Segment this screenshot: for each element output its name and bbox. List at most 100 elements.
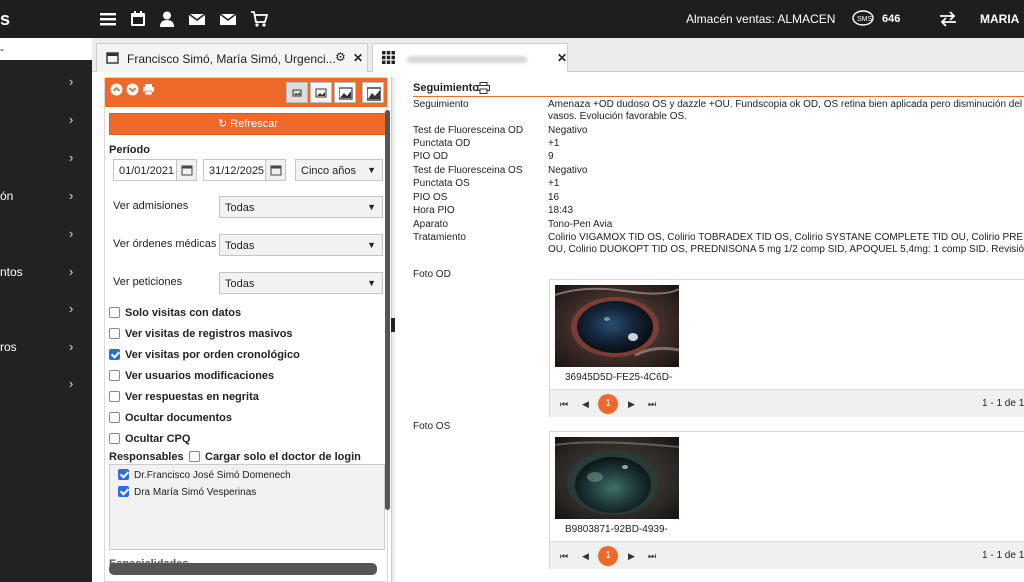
- checkbox-login-doctor[interactable]: Cargar solo el doctor de login: [189, 451, 361, 463]
- app-logo: s: [0, 9, 11, 29]
- splitter-handle[interactable]: [391, 318, 395, 332]
- checkbox-bold-answers[interactable]: Ver respuestas en negrita: [109, 391, 259, 403]
- chevron-right-icon: ›: [69, 376, 74, 391]
- user-name[interactable]: MARIA: [980, 12, 1019, 26]
- checkbox-only-visits-with-data[interactable]: Solo visitas con datos: [109, 307, 241, 319]
- chevron-right-icon: ›: [69, 339, 74, 354]
- refresh-icon: ↻: [218, 118, 228, 130]
- sidebar-item[interactable]: ›: [0, 143, 92, 173]
- prev-page-icon[interactable]: ◀: [582, 399, 589, 410]
- prev-page-icon[interactable]: ◀: [582, 551, 589, 562]
- sidebar-item[interactable]: ›: [0, 369, 92, 399]
- last-page-icon[interactable]: ⏭: [648, 399, 656, 410]
- gear-icon[interactable]: ⚙: [335, 50, 346, 64]
- calendar-icon[interactable]: [265, 160, 285, 180]
- print-icon[interactable]: [142, 83, 156, 97]
- photo-od-label: Foto OD: [413, 269, 451, 280]
- list-item[interactable]: Dra María Simó Vesperinas: [118, 486, 256, 498]
- refresh-button[interactable]: ↻ Refrescar: [109, 113, 387, 135]
- requests-select[interactable]: Todas ▼: [219, 272, 383, 294]
- first-page-icon[interactable]: ⏮: [560, 399, 568, 410]
- tab-grid[interactable]: ✕: [372, 43, 568, 72]
- view-large-image-button[interactable]: [362, 82, 384, 103]
- calendar-icon: [106, 51, 119, 67]
- pager: ⏮ ◀ 1 ▶ ⏭ 1 - 1 de 1: [550, 389, 1024, 417]
- sidebar-item[interactable]: ›: [0, 219, 92, 249]
- checkbox-mass-records[interactable]: Ver visitas de registros masivos: [109, 328, 293, 340]
- store-label: Almacén ventas: ALMACEN: [686, 12, 836, 26]
- sidebar: - › › › ón › › ntos › › ros › ›: [0, 38, 92, 582]
- admissions-select[interactable]: Todas ▼: [219, 196, 383, 218]
- chevron-right-icon: ›: [69, 112, 74, 127]
- tab-label: Francisco Simó, María Simó, Urgenci...: [127, 52, 336, 66]
- chevron-down-icon: ▼: [367, 165, 376, 175]
- sidebar-item[interactable]: ›: [0, 105, 92, 135]
- requests-label: Ver peticiones: [113, 276, 183, 288]
- date-from-input[interactable]: 01/01/2021: [113, 159, 197, 181]
- image-icon: [315, 88, 327, 98]
- cart-icon[interactable]: [250, 10, 269, 28]
- horizontal-scrollbar[interactable]: [109, 563, 377, 575]
- eye-photo-od[interactable]: [555, 285, 679, 367]
- calendar-icon[interactable]: [129, 10, 147, 28]
- page-info: 1 - 1 de 1: [982, 398, 1024, 409]
- menu-icon[interactable]: [99, 10, 117, 28]
- page-number-button[interactable]: 1: [598, 394, 618, 414]
- chevron-right-icon: ›: [69, 188, 74, 203]
- close-icon[interactable]: ✕: [353, 51, 363, 65]
- sidebar-item[interactable]: ros ›: [0, 332, 92, 362]
- chevron-right-icon: ›: [69, 150, 74, 165]
- chevron-down-icon: ▼: [367, 240, 376, 250]
- sidebar-item[interactable]: ntos ›: [0, 257, 92, 287]
- sidebar-item[interactable]: ón ›: [0, 181, 92, 211]
- photo-os-label: Foto OS: [413, 421, 451, 432]
- calendar-icon[interactable]: [176, 160, 196, 180]
- photo-od-card: 36945D5D-FE25-4C6D- ⏮ ◀ 1 ▶ ⏭ 1 - 1 de 1: [549, 279, 1024, 417]
- checkbox-hide-cpq[interactable]: Ocultar CPQ: [109, 433, 190, 445]
- last-page-icon[interactable]: ⏭: [648, 551, 656, 562]
- user-icon[interactable]: [158, 10, 176, 28]
- swap-icon[interactable]: [938, 10, 958, 31]
- eye-photo-os[interactable]: [555, 437, 679, 519]
- grid-icon: [382, 51, 395, 67]
- page-number-button[interactable]: 1: [598, 546, 618, 566]
- filter-panel-header: [105, 78, 387, 107]
- filter-panel: ↻ Refrescar Período 01/01/2021 31/12/202…: [104, 77, 388, 582]
- print-icon[interactable]: [477, 82, 490, 97]
- view-medium-image-button[interactable]: [334, 82, 356, 103]
- view-image-button[interactable]: [310, 82, 332, 103]
- checkbox-user-modifications[interactable]: Ver usuarios modificaciones: [109, 370, 274, 382]
- orders-select[interactable]: Todas ▼: [219, 234, 383, 256]
- view-small-image-button[interactable]: [286, 82, 308, 103]
- responsables-list: Dr.Francisco José Simó Domenech Dra Marí…: [109, 464, 385, 550]
- chevron-down-icon[interactable]: [126, 83, 140, 97]
- mail-send-icon[interactable]: [219, 10, 237, 28]
- close-icon[interactable]: ✕: [557, 51, 567, 65]
- chevron-right-icon: ›: [69, 226, 74, 241]
- sidebar-item-active[interactable]: -: [0, 38, 92, 60]
- sidebar-item[interactable]: ›: [0, 294, 92, 324]
- vertical-scrollbar[interactable]: [385, 110, 390, 510]
- checkbox-hide-documents[interactable]: Ocultar documentos: [109, 412, 232, 424]
- tab-patient[interactable]: Francisco Simó, María Simó, Urgenci... ⚙…: [96, 43, 368, 72]
- chevron-right-icon: ›: [69, 301, 74, 316]
- next-page-icon[interactable]: ▶: [628, 551, 635, 562]
- next-page-icon[interactable]: ▶: [628, 399, 635, 410]
- responsables-label: Responsables: [109, 451, 184, 463]
- chevron-right-icon: ›: [69, 74, 74, 89]
- sidebar-item[interactable]: ›: [0, 67, 92, 97]
- checkbox-chronological[interactable]: Ver visitas por orden cronológico: [109, 349, 300, 361]
- range-select[interactable]: Cinco años ▼: [295, 159, 383, 181]
- sms-icon[interactable]: SMS: [852, 10, 874, 31]
- first-page-icon[interactable]: ⏮: [560, 551, 568, 562]
- chevron-up-icon[interactable]: [110, 83, 124, 97]
- sms-count: 646: [882, 13, 901, 25]
- svg-text:SMS: SMS: [857, 16, 873, 23]
- image-icon: [292, 89, 302, 97]
- photo-od-caption: 36945D5D-FE25-4C6D-: [565, 372, 673, 383]
- orders-label: Ver órdenes médicas: [113, 238, 217, 250]
- list-item[interactable]: Dr.Francisco José Simó Domenech: [118, 469, 291, 481]
- page-info: 1 - 1 de 1: [982, 550, 1024, 561]
- date-to-input[interactable]: 31/12/2025: [203, 159, 286, 181]
- mail-icon[interactable]: [188, 10, 206, 28]
